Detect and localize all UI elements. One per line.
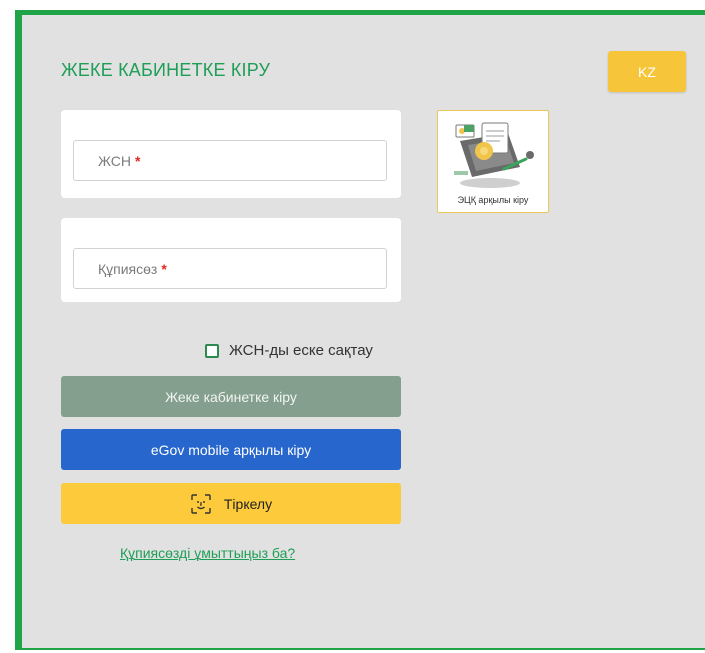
digital-signature-icon — [454, 122, 534, 188]
login-button[interactable]: Жеке кабинетке кіру — [61, 376, 401, 417]
egov-mobile-button[interactable]: eGov mobile арқылы кіру — [61, 429, 401, 470]
ecp-login-tile[interactable]: ЭЦҚ арқылы кіру — [437, 110, 549, 213]
password-card: Құпиясөз * — [61, 218, 401, 302]
password-field[interactable]: Құпиясөз * — [73, 248, 387, 289]
required-mark: * — [161, 260, 167, 277]
remember-checkbox[interactable] — [205, 343, 219, 358]
iin-field[interactable]: ЖСН * — [73, 140, 387, 181]
page-title: ЖЕКЕ КАБИНЕТКЕ КІРУ — [61, 60, 271, 80]
register-label: Тіркелу — [223, 495, 273, 512]
required-mark: * — [135, 152, 141, 169]
remember-iin[interactable]: ЖСН-ды еске сақтау — [205, 342, 373, 359]
login-panel — [15, 10, 705, 650]
password-placeholder: Құпиясөз — [98, 260, 158, 277]
forgot-password-link[interactable]: Құпиясөзді ұмыттыңыз ба? — [120, 545, 295, 561]
remember-label: ЖСН-ды еске сақтау — [229, 342, 373, 359]
register-button[interactable]: Тіркелу — [61, 483, 401, 524]
ecp-login-label: ЭЦҚ арқылы кіру — [457, 195, 529, 205]
iin-card: ЖСН * — [61, 110, 401, 198]
iin-placeholder: ЖСН — [98, 152, 131, 169]
language-button[interactable]: KZ — [608, 51, 686, 92]
face-id-icon — [190, 493, 212, 515]
